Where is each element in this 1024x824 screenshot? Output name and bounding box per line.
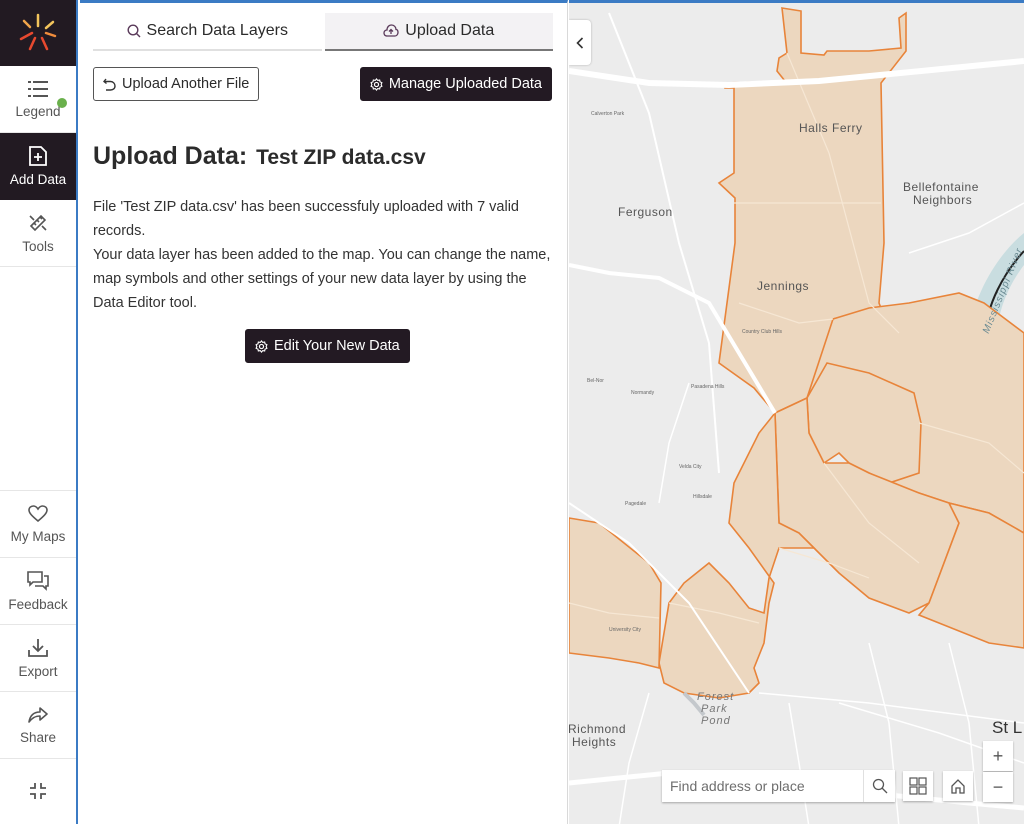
- upload-success-message: File 'Test ZIP data.csv' has been succes…: [93, 195, 555, 315]
- map-label-st-louis: St L: [992, 718, 1023, 737]
- gear-icon: [255, 339, 268, 353]
- message-line-1: File 'Test ZIP data.csv' has been succes…: [93, 199, 519, 239]
- sunburst-logo-icon: [19, 13, 57, 51]
- page-title: Upload Data: Test ZIP data.csv: [93, 135, 426, 172]
- chevron-left-icon: [576, 36, 584, 49]
- map-label-halls-ferry: Halls Ferry: [799, 121, 863, 135]
- rail-item-label: Export: [18, 663, 58, 679]
- rail-item-tools[interactable]: Tools: [0, 200, 76, 267]
- uploaded-zip-polygons: [569, 7, 1024, 699]
- button-label: Edit Your New Data: [274, 338, 400, 354]
- map-canvas[interactable]: [569, 3, 1024, 824]
- map-label-jennings: Jennings: [757, 279, 810, 293]
- rail-spacer: [0, 267, 76, 491]
- cloud-upload-icon: [383, 24, 399, 37]
- map-label-richmond: Richmond: [569, 722, 627, 736]
- address-search-button[interactable]: [863, 770, 895, 802]
- title-file-name: Test ZIP data.csv: [256, 146, 426, 169]
- message-line-2: Your data layer has been added to the ma…: [93, 247, 551, 311]
- button-label: Manage Uploaded Data: [388, 76, 542, 92]
- rail-item-legend[interactable]: Legend: [0, 66, 76, 133]
- collapse-panel-button[interactable]: [569, 20, 591, 65]
- home-icon: [951, 779, 965, 794]
- search-icon: [872, 778, 887, 794]
- rail-item-label: Add Data: [9, 171, 67, 187]
- edit-new-data-button[interactable]: Edit Your New Data: [245, 329, 410, 363]
- map-label-park: Park: [701, 703, 728, 715]
- rail-item-label: Share: [19, 729, 57, 745]
- app-logo[interactable]: [0, 0, 76, 66]
- map-label-normandy: Normandy: [631, 390, 655, 396]
- rail-item-label: Feedback: [8, 596, 68, 612]
- map-view[interactable]: Halls Ferry Ferguson Bellefontaine Neigh…: [569, 0, 1024, 824]
- rail-item-feedback[interactable]: Feedback: [0, 558, 76, 625]
- share-icon: [28, 706, 48, 723]
- map-label-bellefontaine: Bellefontaine: [903, 180, 979, 194]
- collapse-rail-button[interactable]: [0, 759, 76, 823]
- home-extent-button[interactable]: [943, 771, 973, 801]
- list-icon: [28, 80, 48, 97]
- map-label-hillsdale: Hillsdale: [693, 494, 712, 500]
- address-search: [662, 770, 895, 802]
- button-label: Upload Another File: [122, 76, 250, 92]
- map-label-ferguson: Ferguson: [618, 205, 673, 219]
- basemap-grid-icon: [909, 777, 927, 795]
- map-label-velda-city: Velda City: [679, 464, 702, 470]
- map-label-pasadena-hills: Pasadena Hills: [691, 384, 725, 390]
- rail-item-share[interactable]: Share: [0, 692, 76, 759]
- zoom-in-button[interactable]: +: [983, 741, 1013, 771]
- map-label-calverton-park: Calverton Park: [591, 111, 625, 117]
- download-icon: [28, 638, 48, 657]
- title-prefix: Upload Data:: [93, 142, 248, 170]
- tab-upload-data[interactable]: Upload Data: [324, 13, 553, 51]
- undo-icon: [103, 78, 116, 91]
- add-file-icon: [29, 145, 47, 166]
- basemap-gallery-button[interactable]: [903, 771, 933, 801]
- heart-icon: [28, 504, 48, 522]
- status-dot: [57, 98, 67, 108]
- map-label-country-club-hills: Country Club Hills: [742, 329, 783, 335]
- tab-search-data-layers[interactable]: Search Data Layers: [93, 13, 322, 51]
- map-label-bel-nor: Bel-Nor: [587, 378, 604, 384]
- rail-item-add-data[interactable]: Add Data: [0, 133, 76, 200]
- tab-label: Upload Data: [405, 22, 495, 39]
- map-label-heights: Heights: [572, 735, 617, 749]
- rail-item-my-maps[interactable]: My Maps: [0, 491, 76, 558]
- minimize-icon: [30, 783, 46, 799]
- map-label-pond: Pond: [701, 715, 731, 727]
- search-icon: [127, 24, 141, 38]
- rail-item-label: My Maps: [10, 528, 66, 544]
- tab-label: Search Data Layers: [146, 22, 288, 39]
- zoom-out-button[interactable]: −: [983, 772, 1013, 802]
- map-label-neighbors: Neighbors: [913, 193, 973, 207]
- rail-item-label: Legend: [15, 103, 61, 119]
- rail-item-label: Tools: [22, 238, 54, 254]
- map-label-forest: Forest: [697, 691, 735, 703]
- tools-icon: [29, 214, 47, 231]
- upload-another-file-button[interactable]: Upload Another File: [93, 67, 260, 101]
- gear-icon: [370, 77, 383, 91]
- rail-item-export[interactable]: Export: [0, 625, 76, 692]
- chat-icon: [27, 570, 49, 591]
- zip-polygon-west: [569, 517, 662, 670]
- panel-tabs: Search Data Layers Upload Data: [93, 13, 553, 51]
- sidebar-rail: Legend Add Data Tools My Maps Feedback E…: [0, 0, 78, 824]
- map-label-university-city: University City: [609, 627, 641, 633]
- add-data-panel: Search Data Layers Upload Data Upload An…: [80, 0, 568, 824]
- address-search-input[interactable]: [662, 770, 863, 802]
- manage-uploaded-data-button[interactable]: Manage Uploaded Data: [359, 67, 552, 101]
- map-label-pagedale: Pagedale: [625, 501, 647, 507]
